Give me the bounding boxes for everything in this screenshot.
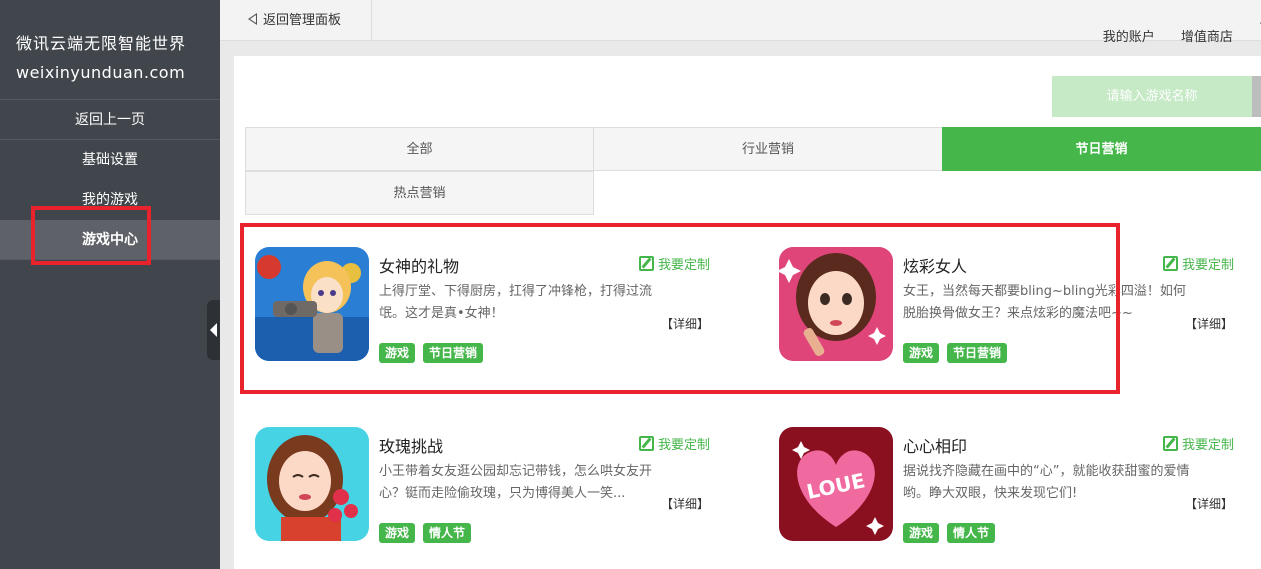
game-card: LOUE 心心相印 我要定制 据说找齐隐藏在画中的“心”，就能收获甜蜜的爱情哟。…	[779, 427, 1249, 545]
game-description: 小王带着女友逛公园却忘记带钱，怎么哄女友开心？铤而走险偷玫瑰，只为博得美人一笑.…	[379, 464, 653, 501]
tag: 情人节	[947, 523, 996, 543]
customize-label: 我要定制	[1182, 438, 1235, 453]
sidebar-item-basic-settings[interactable]: 基础设置	[0, 140, 220, 180]
highlight-box-sidebar	[31, 206, 151, 265]
highlight-box-cards	[240, 223, 1120, 394]
edit-icon	[1163, 436, 1178, 451]
game-title[interactable]: 玫瑰挑战	[379, 433, 443, 457]
tab-holiday-marketing[interactable]: 节日营销	[942, 127, 1261, 171]
brand: 微讯云端无限智能世界 weixinyunduan.com	[0, 0, 220, 100]
tab-hot-marketing[interactable]: 热点营销	[245, 171, 594, 215]
my-account-link[interactable]: 我的账户	[1103, 17, 1155, 58]
edit-icon	[639, 436, 654, 451]
detail-link[interactable]: 【详细】	[661, 495, 709, 512]
tag: 情人节	[423, 523, 472, 543]
back-to-dashboard-button[interactable]: 返回管理面板	[234, 0, 372, 41]
brand-name-cn: 微讯云端无限智能世界	[16, 34, 187, 53]
customize-label: 我要定制	[658, 438, 711, 453]
game-tags: 游戏 情人节	[903, 523, 1003, 543]
customize-label: 我要定制	[1182, 258, 1235, 273]
tag: 游戏	[379, 523, 416, 543]
game-title[interactable]: 心心相印	[903, 433, 967, 457]
top-links: 我的账户 增值商店 …	[1103, 0, 1261, 45]
sidebar-item-back[interactable]: 返回上一页	[0, 100, 220, 140]
detail-link[interactable]: 【详细】	[1185, 315, 1233, 332]
game-card: 玫瑰挑战 我要定制 小王带着女友逛公园却忘记带钱，怎么哄女友开心？铤而走险偷玫瑰…	[255, 427, 725, 545]
search-button-edge[interactable]	[1252, 76, 1261, 117]
sidebar: 微讯云端无限智能世界 weixinyunduan.com 返回上一页 基础设置 …	[0, 0, 220, 569]
tab-all[interactable]: 全部	[245, 127, 594, 171]
customize-button[interactable]: 我要定制	[1163, 254, 1234, 273]
customize-button[interactable]: 我要定制	[639, 434, 710, 453]
game-thumbnail[interactable]	[255, 427, 369, 541]
tag: 游戏	[903, 523, 940, 543]
value-added-store-link[interactable]: 增值商店	[1181, 17, 1233, 58]
back-arrow-icon	[248, 13, 257, 25]
edit-icon	[1163, 256, 1178, 271]
sidebar-collapse-handle[interactable]	[207, 300, 220, 360]
detail-link[interactable]: 【详细】	[1185, 495, 1233, 512]
top-bar: 返回管理面板 我的账户 增值商店 …	[220, 0, 1261, 45]
customize-button[interactable]: 我要定制	[1163, 434, 1234, 453]
game-search-input[interactable]: 请输入游戏名称	[1052, 76, 1252, 117]
game-description: 据说找齐隐藏在画中的“心”，就能收获甜蜜的爱情哟。睁大双眼，快来发现它们!	[903, 464, 1190, 501]
back-to-dashboard-label: 返回管理面板	[263, 13, 342, 28]
brand-domain: weixinyunduan.com	[16, 63, 186, 82]
tab-industry-marketing[interactable]: 行业营销	[593, 127, 943, 171]
game-thumbnail[interactable]: LOUE	[779, 427, 893, 541]
game-tags: 游戏 情人节	[379, 523, 479, 543]
